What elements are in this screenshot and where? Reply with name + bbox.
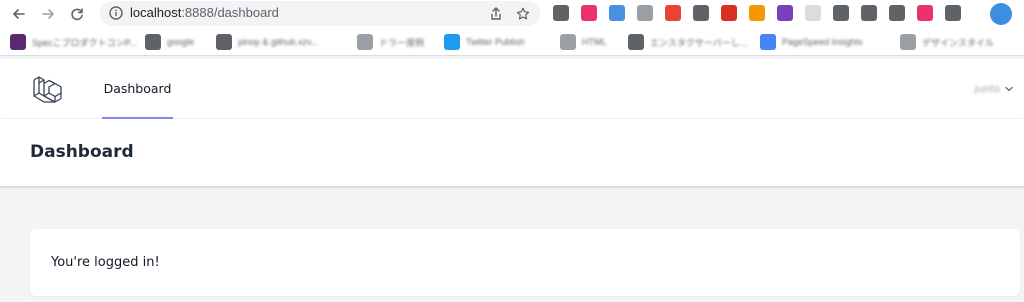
extension-icon[interactable] <box>553 5 569 21</box>
bookmark-label: SpecこプロダクトコンP... <box>32 37 137 48</box>
bookmark-label: ドラー席例 <box>379 37 425 48</box>
bookmark-label: PageSpeed Insights <box>782 37 863 47</box>
back-arrow-icon <box>13 9 25 19</box>
content-card: You're logged in! <box>30 229 1020 296</box>
site-info-icon[interactable] <box>108 5 124 25</box>
bookmark-item[interactable]: ドラー席例 <box>357 34 424 50</box>
forward-button[interactable] <box>37 3 59 25</box>
bookmark-item[interactable]: pinop & github.xzv... <box>216 34 318 50</box>
extension-icon[interactable] <box>637 5 653 21</box>
reload-icon <box>71 8 83 21</box>
bookmark-item[interactable]: エンスタクサーバーし... <box>628 34 747 50</box>
bookmark-favicon-icon <box>357 34 373 50</box>
extension-icon[interactable] <box>917 5 933 21</box>
url-path: :8888/dashboard <box>181 5 279 20</box>
extension-icon[interactable] <box>777 5 793 21</box>
share-icon <box>491 7 501 20</box>
extension-icon[interactable] <box>609 5 625 21</box>
app-navigation: Dashboard junto <box>0 59 1024 119</box>
bookmark-label: Twitter Publish <box>466 37 525 47</box>
laravel-logo-icon[interactable] <box>30 71 66 107</box>
extension-icon[interactable] <box>833 5 849 21</box>
bookmark-favicon-icon <box>10 34 26 50</box>
bookmark-item[interactable]: デザインスタイル <box>900 34 994 50</box>
bookmark-item[interactable]: HTML <box>560 34 607 50</box>
chevron-down-icon <box>1005 86 1013 92</box>
bookmark-label: pinop & github.xzv... <box>238 37 319 47</box>
bookmark-favicon-icon <box>628 34 644 50</box>
share-button[interactable] <box>486 4 506 24</box>
extension-icon[interactable] <box>945 5 961 21</box>
bookmark-item[interactable]: google <box>145 34 194 50</box>
bookmarks-bar: SpecこプロダクトコンP... google pinop & github.xzv… <box>0 28 1024 56</box>
reload-button[interactable] <box>66 3 88 25</box>
bookmark-star-button[interactable] <box>513 4 533 24</box>
bookmark-item[interactable]: Twitter Publish <box>444 34 525 50</box>
bookmark-favicon-icon <box>760 34 776 50</box>
extension-icon[interactable] <box>665 5 681 21</box>
extension-icon[interactable] <box>805 5 821 21</box>
forward-arrow-icon <box>42 9 54 19</box>
url-host: localhost <box>130 5 182 20</box>
bookmark-favicon-icon <box>900 34 916 50</box>
star-icon <box>516 7 530 20</box>
bookmark-favicon-icon <box>560 34 576 50</box>
bookmark-item[interactable]: PageSpeed Insights <box>760 34 863 50</box>
bookmark-item[interactable]: SpecこプロダクトコンP... <box>10 34 137 50</box>
address-bar[interactable]: localhost:8888/dashboard <box>100 1 540 26</box>
bookmark-favicon-icon <box>145 34 161 50</box>
profile-avatar[interactable] <box>990 3 1012 25</box>
bookmark-label: HTML <box>582 37 607 47</box>
extension-icon[interactable] <box>861 5 877 21</box>
bookmark-favicon-icon <box>444 34 460 50</box>
logged-in-message: You're logged in! <box>51 255 160 270</box>
user-name: junto <box>974 83 1001 95</box>
extension-icon[interactable] <box>749 5 765 21</box>
page-header: Dashboard <box>0 119 1024 186</box>
back-button[interactable] <box>8 3 30 25</box>
extension-icon[interactable] <box>721 5 737 21</box>
nav-link-dashboard[interactable]: Dashboard <box>102 59 173 119</box>
user-dropdown[interactable]: junto <box>975 81 1015 97</box>
browser-toolbar: localhost:8888/dashboard <box>0 0 1024 28</box>
bookmark-label: デザインスタイル <box>922 37 994 48</box>
bookmark-favicon-icon <box>216 34 232 50</box>
url-text: localhost:8888/dashboard <box>130 5 279 20</box>
bookmark-label: google <box>167 37 195 47</box>
bookmark-label: エンスタクサーバーし... <box>650 37 748 48</box>
extension-icon[interactable] <box>581 5 597 21</box>
extension-icon[interactable] <box>693 5 709 21</box>
extension-icon[interactable] <box>889 5 905 21</box>
page-title: Dashboard <box>30 142 134 162</box>
nav-link-label: Dashboard <box>103 80 172 96</box>
